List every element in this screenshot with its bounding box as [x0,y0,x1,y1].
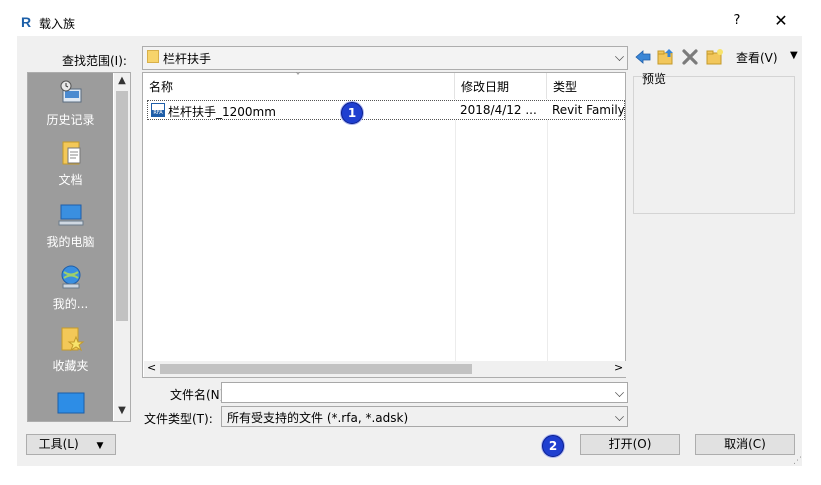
favorites-icon [57,325,85,353]
place-network[interactable]: 我的... [28,263,113,312]
file-type-select[interactable]: 所有受支持的文件 (*.rfa, *.adsk) [221,406,628,427]
title-bar: R 载入族 ? ✕ [17,8,802,36]
places-scroll-up-icon[interactable]: ▲ [114,75,130,91]
tools-dropdown-icon: ▼ [96,441,104,451]
desktop-icon [57,389,85,417]
network-icon [57,263,85,291]
place-my-computer[interactable]: 我的电脑 [28,201,113,250]
look-in-label: 查找范围(I): [62,54,127,68]
step-badge-1: 1 [341,102,363,124]
column-header-type[interactable]: 类型 [547,73,627,99]
views-dropdown-arrow-icon[interactable]: ▼ [790,50,798,61]
help-button[interactable]: ? [725,13,749,31]
column-divider [455,99,456,367]
file-list-hscrollbar[interactable]: < > [144,361,626,377]
sort-indicator-icon: ˇ [295,71,301,85]
scroll-left-icon[interactable]: < [147,361,156,374]
hscroll-thumb[interactable] [160,364,472,374]
delete-icon[interactable] [681,48,699,66]
file-list[interactable]: 名称 ˇ 修改日期 类型 RFA 栏杆扶手_1200mm 2018/4/12 .… [142,71,627,378]
look-in-value: 栏杆扶手 [163,52,212,66]
column-label: 修改日期 [461,80,510,94]
tools-button[interactable]: 工具(L) ▼ [26,434,116,455]
step-badge-2: 2 [542,435,564,457]
column-label: 类型 [553,80,578,94]
place-label: 历史记录 [46,113,95,127]
computer-icon [57,201,85,229]
places-scroll-thumb[interactable] [116,91,128,321]
file-date-cell: 2018/4/12 ... [460,103,537,117]
documents-icon [57,139,85,167]
places-scroll-down-icon[interactable]: ▼ [114,405,130,421]
chevron-down-icon[interactable] [615,52,624,61]
file-type-cell: Revit Family [552,103,625,117]
scroll-right-icon[interactable]: > [614,361,623,374]
rfa-icon-label: RFA [152,110,164,116]
place-documents[interactable]: 文档 [28,139,113,188]
preview-pane [633,76,795,214]
open-button[interactable]: 打开(O) [580,434,680,455]
cancel-button[interactable]: 取消(C) [695,434,795,455]
place-desktop[interactable] [28,389,113,421]
load-family-dialog: R 载入族 ? ✕ 查找范围(I): 栏杆扶手 查看(V) ▼ 历史记录 文档 … [17,8,802,466]
place-history[interactable]: 历史记录 [28,79,113,128]
folder-icon [147,50,159,63]
place-label: 文档 [58,173,83,187]
file-name-label: 文件名(N): [170,388,229,402]
rfa-file-icon: RFA [151,103,165,117]
chevron-down-icon[interactable] [615,412,624,421]
column-label: 名称 [149,80,174,94]
close-button[interactable]: ✕ [769,11,793,31]
file-row[interactable]: RFA 栏杆扶手_1200mm 2018/4/12 ... Revit Fami… [147,100,625,120]
file-type-label: 文件类型(T): [144,412,213,426]
file-name-cell: 栏杆扶手_1200mm [168,105,276,119]
revit-logo-icon: R [21,14,32,30]
file-type-value: 所有受支持的文件 (*.rfa, *.adsk) [227,411,409,425]
file-name-input[interactable] [221,382,628,403]
preview-label: 预览 [642,72,667,86]
place-label: 收藏夹 [52,359,89,373]
place-favorites[interactable]: 收藏夹 [28,325,113,374]
up-folder-icon[interactable] [657,48,675,66]
history-icon [57,79,85,107]
look-in-combo[interactable]: 栏杆扶手 [142,46,628,70]
column-header-date[interactable]: 修改日期 [455,73,547,99]
tools-label: 工具(L) [38,437,79,451]
place-label: 我的... [52,297,89,311]
dialog-title: 载入族 [39,17,76,31]
places-bar: 历史记录 文档 我的电脑 我的... 收藏夹 ▲ ▼ [27,72,131,422]
back-arrow-icon[interactable] [634,48,652,66]
new-folder-icon[interactable] [706,48,724,66]
places-list: 历史记录 文档 我的电脑 我的... 收藏夹 [28,73,113,421]
views-menu-button[interactable]: 查看(V) [736,49,778,66]
column-divider [547,99,548,367]
chevron-down-icon[interactable] [615,388,624,397]
resize-grip-icon[interactable]: ⋰ [793,456,802,466]
place-label: 我的电脑 [46,235,95,249]
